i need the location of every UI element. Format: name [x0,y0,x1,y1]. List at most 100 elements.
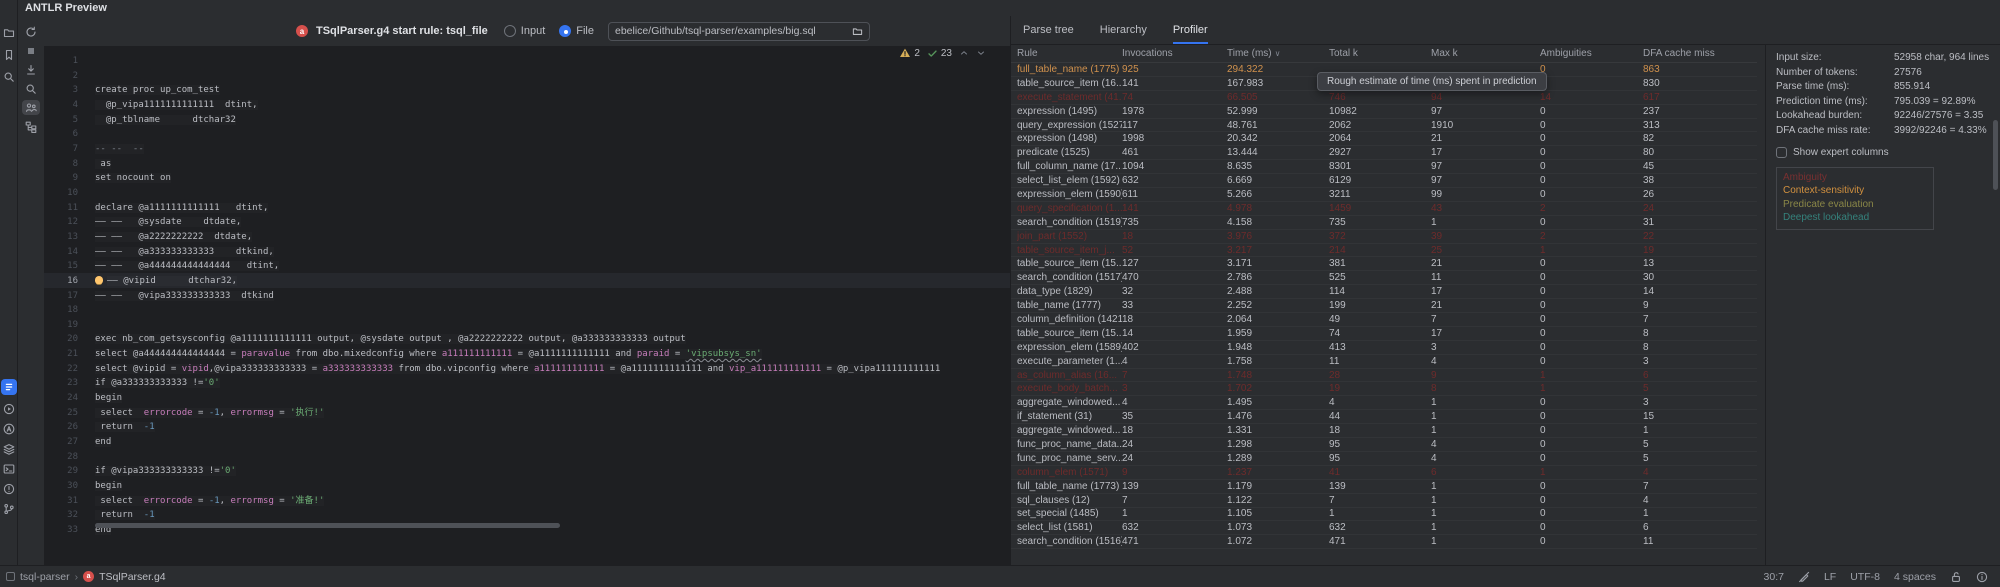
profiler-view-icon[interactable] [22,100,40,115]
table-cell: 0 [1540,314,1643,325]
table-row[interactable]: full_column_name (17...10948.63583019704… [1011,160,1757,174]
table-cell: 1 [1643,508,1753,519]
tab-profiler[interactable]: Profiler [1173,24,1208,44]
scroll-to-source-icon[interactable] [22,62,40,77]
table-row[interactable]: expression (1498)199820.342206421082 [1011,132,1757,146]
table-cell: 1 [1540,383,1643,394]
code-line: set nocount on [95,171,1010,186]
column-header[interactable]: Time (ms)∨ [1227,48,1329,59]
show-expert-columns-checkbox[interactable]: Show expert columns [1776,147,2000,158]
run-icon[interactable] [3,402,16,415]
services-icon[interactable] [3,442,16,455]
table-cell: aggregate_windowed... [1017,397,1122,408]
table-row[interactable]: query_expression (1527)11748.76120621910… [1011,119,1757,133]
table-row[interactable]: expression (1495)197852.99910982970237 [1011,105,1757,119]
table-row[interactable]: query_specification (1...1414.9781459432… [1011,202,1757,216]
next-issue-button[interactable] [976,48,986,58]
notifications-icon[interactable] [1976,571,1988,583]
code-line: —— —— @a444444444444444 dtint, [95,259,1010,274]
parse-tree-view-icon[interactable] [22,119,40,134]
input-radio[interactable]: Input [504,25,545,37]
tab-hierarchy[interactable]: Hierarchy [1100,24,1147,44]
browse-folder-icon[interactable] [852,26,863,37]
bookmarks-icon[interactable] [3,48,16,61]
table-row[interactable]: search_condition (1517)4702.78652511030 [1011,271,1757,285]
caret-position[interactable]: 30:7 [1764,571,1784,583]
table-row[interactable]: sql_clauses (12)71.1227104 [1011,494,1757,508]
git-branch-icon[interactable] [3,502,16,515]
table-row[interactable]: select_list_elem (1592)6326.669612997038 [1011,174,1757,188]
problems-icon[interactable] [3,482,16,495]
tab-parse-tree[interactable]: Parse tree [1023,24,1074,44]
table-row[interactable]: table_name (1777)332.2521992109 [1011,299,1757,313]
editor-code-area: create proc up_com_test @p_vipa111111111… [95,46,1010,538]
breadcrumb-file[interactable]: TSqlParser.g4 [99,571,166,583]
column-header[interactable]: Total k [1329,48,1431,59]
stop-icon[interactable] [22,43,40,58]
column-header[interactable]: Rule [1017,48,1122,59]
line-number: 16 [50,274,78,289]
table-cell: 139 [1122,481,1227,492]
table-cell: 746 [1329,92,1431,103]
prev-issue-button[interactable] [959,48,969,58]
table-cell: 2.252 [1227,300,1329,311]
table-row[interactable]: table_source_item (15...141.959741708 [1011,327,1757,341]
table-row[interactable]: func_proc_name_data...241.29895405 [1011,438,1757,452]
table-row[interactable]: table_source_item_j...523.21721425119 [1011,244,1757,258]
inspection-widget[interactable]: 2 23 [899,47,986,59]
table-row[interactable]: aggregate_windowed...41.4954103 [1011,396,1757,410]
intention-lightbulb-icon[interactable] [95,276,103,284]
column-header[interactable]: DFA cache miss [1643,48,1753,59]
table-cell: 735 [1122,217,1227,228]
table-row[interactable]: full_table_name (1773)1391.179139107 [1011,480,1757,494]
test-file-path-field[interactable]: ebelice/Github/tsql-parser/examples/big.… [608,22,870,41]
file-encoding[interactable]: UTF-8 [1850,571,1880,583]
table-row[interactable]: column_definition (1421)182.06449707 [1011,313,1757,327]
antlr-console-icon[interactable] [3,422,16,435]
terminal-icon[interactable] [3,462,16,475]
antlr-preview-toolwindow-icon[interactable] [1,379,17,395]
zoom-icon[interactable] [22,81,40,96]
table-row[interactable]: select_list (1581)6321.073632106 [1011,521,1757,535]
table-row[interactable]: aggregate_windowed...181.33118101 [1011,424,1757,438]
read-only-pen-icon[interactable] [1798,571,1810,583]
project-folder-icon[interactable] [3,26,16,39]
column-header[interactable]: Ambiguities [1540,48,1643,59]
table-row[interactable]: column_elem (1571)91.23741614 [1011,466,1757,480]
lock-open-icon[interactable] [1950,571,1962,583]
file-radio[interactable]: File [559,25,594,37]
table-row[interactable]: data_type (1829)322.48811417014 [1011,285,1757,299]
warnings-indicator[interactable]: 2 [899,47,920,59]
editor-horizontal-scrollbar[interactable] [44,522,1010,530]
column-header[interactable]: Invocations [1122,48,1227,59]
breadcrumb-project[interactable]: tsql-parser [20,571,70,583]
table-row[interactable]: set_special (1485)11.1051101 [1011,508,1757,522]
table-cell: 2 [1540,203,1643,214]
editor-horizontal-scrollbar-thumb[interactable] [95,523,560,528]
table-row[interactable]: execute_parameter (1...41.75811403 [1011,355,1757,369]
table-row[interactable]: if_statement (31)351.476441015 [1011,410,1757,424]
code-editor[interactable]: 1234567891011121314151617181920212223242… [44,46,1010,565]
line-ending[interactable]: LF [1824,571,1836,583]
table-row[interactable]: execute_statement (41...7466.50574694146… [1011,91,1757,105]
search-icon[interactable] [3,70,16,83]
table-row[interactable]: predicate (1525)46113.444292717080 [1011,146,1757,160]
refresh-icon[interactable] [22,24,40,39]
table-cell: 24 [1122,439,1227,450]
passed-indicator[interactable]: 23 [927,48,952,59]
table-row[interactable]: search_condition (1519)7354.1587351031 [1011,216,1757,230]
table-row[interactable]: func_proc_name_serv...241.28995405 [1011,452,1757,466]
code-line: return -1 [95,420,1010,435]
table-cell: 8301 [1329,161,1431,172]
table-row[interactable]: search_condition (1516)4711.0724711011 [1011,535,1757,549]
indent-setting[interactable]: 4 spaces [1894,571,1936,583]
table-row[interactable]: table_source_item (15...1273.17138121013 [1011,257,1757,271]
table-row[interactable]: expression_elem (1590)6115.266321199026 [1011,188,1757,202]
table-row[interactable]: as_column_alias (16...71.74828916 [1011,369,1757,383]
table-cell: 1 [1431,508,1540,519]
table-row[interactable]: expression_elem (1589)4021.948413308 [1011,341,1757,355]
code-line: —— @vipid dtchar32, [95,274,1010,289]
table-row[interactable]: execute_body_batch...31.70219815 [1011,382,1757,396]
column-header[interactable]: Max k [1431,48,1540,59]
table-row[interactable]: join_part (1552)183.97637239222 [1011,230,1757,244]
